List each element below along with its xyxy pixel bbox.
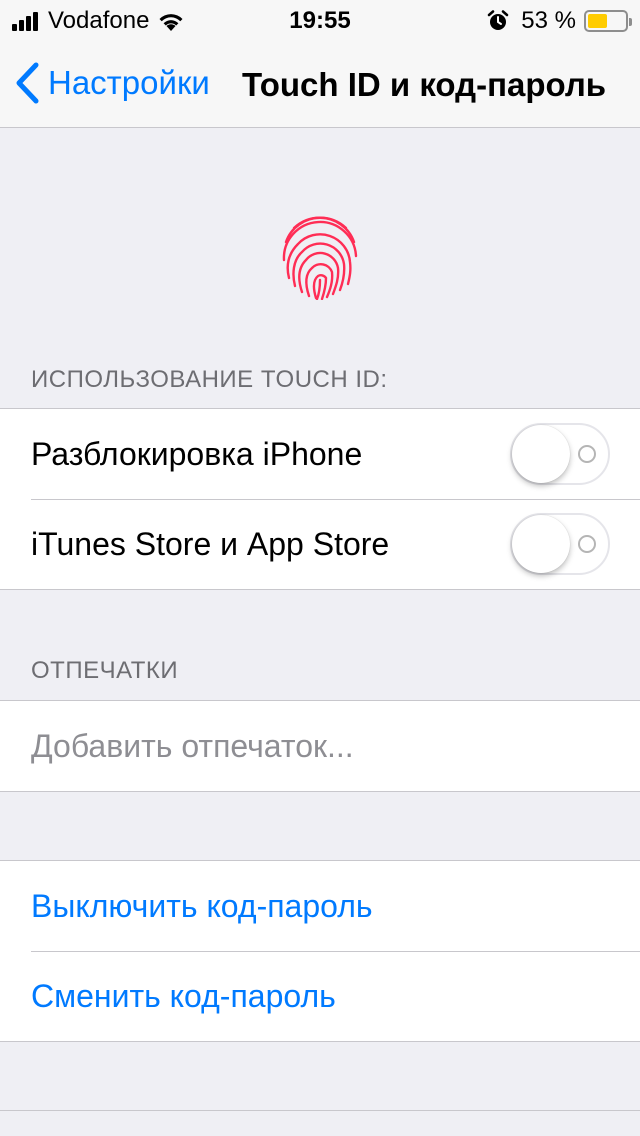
toggle-knob xyxy=(512,425,570,483)
page-title: Touch ID и код-пароль xyxy=(242,66,607,103)
add-fingerprint-label: Добавить отпечаток... xyxy=(31,727,354,764)
alarm-icon xyxy=(488,10,509,30)
navigation-bar: Настройки Touch ID и код-пароль xyxy=(0,40,640,128)
row-unlock-iphone: Разблокировка iPhone xyxy=(0,409,640,499)
turn-off-passcode-button[interactable]: Выключить код-пароль xyxy=(0,861,640,951)
touch-id-group: Разблокировка iPhone iTunes Store и App … xyxy=(0,408,640,590)
add-fingerprint-row[interactable]: Добавить отпечаток... xyxy=(0,701,640,791)
fingerprints-group: Добавить отпечаток... xyxy=(0,700,640,792)
toggle-knob xyxy=(512,515,570,573)
itunes-app-store-toggle[interactable] xyxy=(510,513,610,575)
section-header-touch-id: ИСПОЛЬЗОВАНИЕ TOUCH ID: xyxy=(31,366,388,393)
row-label: Разблокировка iPhone xyxy=(31,435,363,472)
passcode-group: Выключить код-пароль Сменить код-пароль xyxy=(0,860,640,1042)
battery-percent: 53 % xyxy=(521,7,576,34)
status-right: 53 % xyxy=(487,7,632,35)
back-button[interactable]: Настройки xyxy=(14,62,210,104)
bottom-divider xyxy=(0,1110,640,1111)
status-bar: Vodafone 19:55 53 % xyxy=(0,0,640,40)
back-button-label: Настройки xyxy=(48,64,210,101)
section-header-fingerprints: ОТПЕЧАТКИ xyxy=(31,657,179,684)
turn-off-passcode-label: Выключить код-пароль xyxy=(31,887,373,924)
toggle-off-indicator xyxy=(578,535,596,553)
change-passcode-button[interactable]: Сменить код-пароль xyxy=(0,951,640,1041)
row-itunes-app-store: iTunes Store и App Store xyxy=(0,499,640,589)
change-passcode-label: Сменить код-пароль xyxy=(31,977,336,1014)
battery-nub xyxy=(629,18,632,26)
battery-fill xyxy=(588,14,607,28)
chevron-left-icon xyxy=(16,62,39,104)
toggle-off-indicator xyxy=(578,445,596,463)
battery-icon xyxy=(584,10,632,32)
unlock-iphone-toggle[interactable] xyxy=(510,423,610,485)
fingerprint-icon xyxy=(282,216,358,300)
row-label: iTunes Store и App Store xyxy=(31,525,390,562)
